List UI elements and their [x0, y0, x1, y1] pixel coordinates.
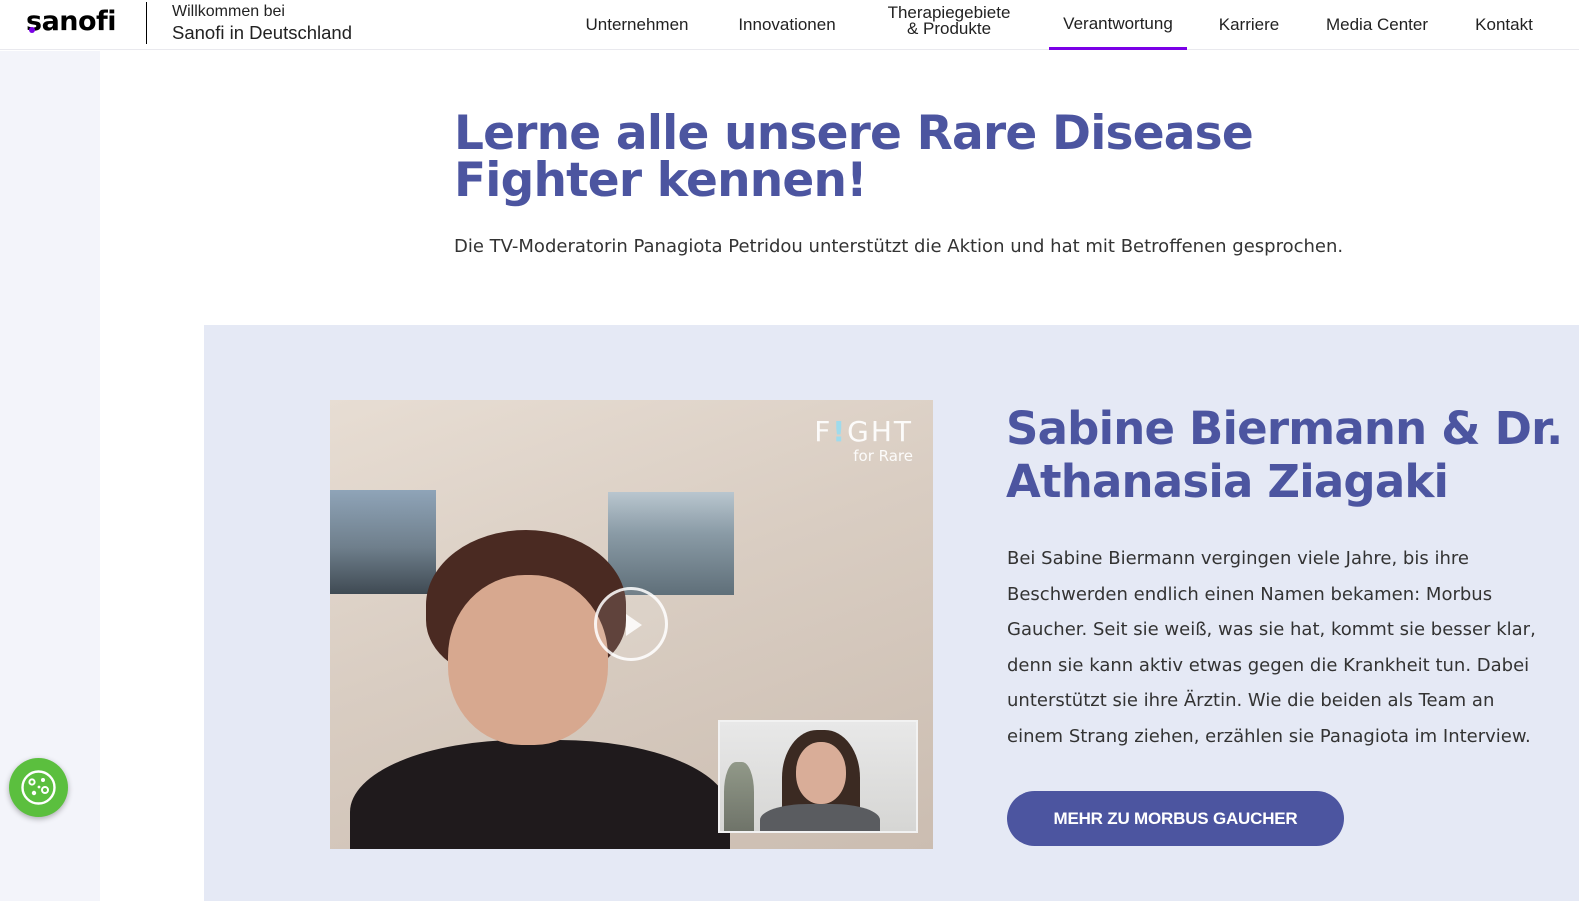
video-person-body	[350, 740, 730, 849]
nav-item-therapiegebiete[interactable]: Therapiegebiete & Produkte	[872, 0, 1026, 50]
feature-title: Sabine Biermann & Dr. Athanasia Ziagaki	[1006, 402, 1563, 508]
logo-dot	[29, 27, 35, 33]
nav-item-unternehmen[interactable]: Unternehmen	[573, 0, 701, 50]
video-person-face	[448, 575, 608, 745]
welcome-line-1: Willkommen bei	[172, 3, 285, 20]
fight-logo-ght: GHT	[847, 415, 913, 448]
inset-plant	[724, 762, 754, 831]
welcome-text: Willkommen bei Sanofi in Deutschland	[172, 3, 352, 45]
nav-item-kontakt[interactable]: Kontakt	[1466, 0, 1542, 50]
cookie-settings-button[interactable]	[9, 758, 68, 817]
site-header: sanofi Willkommen bei Sanofi in Deutschl…	[0, 0, 1579, 50]
wall-photo-left	[330, 490, 436, 594]
intro-title: Lerne alle unsere Rare Disease Fighter k…	[454, 106, 1254, 208]
feature-description: Bei Sabine Biermann vergingen viele Jahr…	[1007, 548, 1536, 747]
play-icon[interactable]	[594, 587, 668, 661]
inset-face	[796, 742, 846, 804]
fight-logo-f: F	[814, 415, 833, 448]
cookie-icon	[21, 770, 56, 805]
welcome-line-2: Sanofi in Deutschland	[172, 22, 352, 43]
nav-item-karriere[interactable]: Karriere	[1210, 0, 1288, 50]
mehr-zu-morbus-gaucher-button[interactable]: MEHR ZU MORBUS GAUCHER	[1007, 791, 1344, 846]
video-inset-interviewer	[718, 720, 918, 833]
fight-logo-sub: for Rare	[853, 447, 913, 465]
nav-item-media-center[interactable]: Media Center	[1311, 0, 1443, 50]
intro-subtitle: Die TV-Moderatorin Panagiota Petridou un…	[454, 236, 1344, 257]
fight-logo-main: F!GHT	[814, 416, 913, 448]
fight-for-rare-logo: F!GHT for Rare	[814, 416, 913, 465]
video-player[interactable]: F!GHT for Rare	[330, 400, 933, 849]
nav-item-innovationen[interactable]: Innovationen	[724, 0, 850, 50]
sanofi-logo[interactable]: sanofi	[26, 4, 117, 40]
logo-divider	[146, 2, 147, 44]
nav-item-therapiegebiete-line2: & Produkte	[906, 19, 992, 38]
wall-photo-right	[608, 492, 734, 595]
fight-logo-exclamation: !	[832, 415, 848, 448]
nav-item-verantwortung[interactable]: Verantwortung	[1049, 0, 1187, 50]
inset-body	[760, 804, 880, 831]
